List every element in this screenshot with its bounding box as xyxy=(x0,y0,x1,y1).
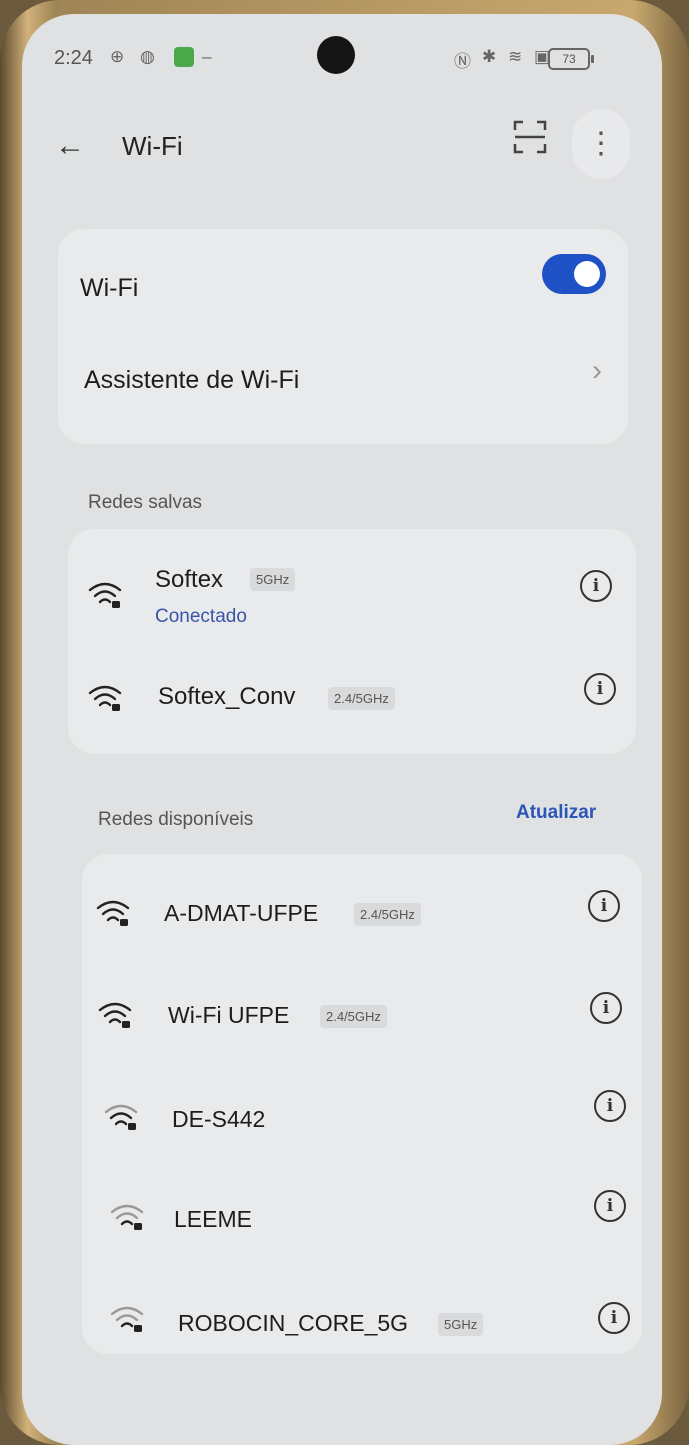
network-band-badge: 5GHz xyxy=(250,568,296,591)
screen: 2:24 ⊕ ◍ – Ⓝ ✱ ≋ ▣ 73 ← Wi-Fi ⋮ Wi-Fi As… xyxy=(22,14,662,1445)
toggle-knob xyxy=(574,261,600,287)
network-name: Softex xyxy=(155,566,224,593)
network-name: Wi-Fi UFPE xyxy=(168,1002,290,1028)
nav-back-button[interactable] xyxy=(498,1382,544,1428)
back-arrow-icon[interactable]: ← xyxy=(55,129,85,163)
network-name: ROBOCIN_CORE_5G xyxy=(178,1310,409,1336)
info-icon[interactable]: i xyxy=(590,992,622,1024)
status-bar: 2:24 ⊕ ◍ – Ⓝ ✱ ≋ ▣ 73 xyxy=(22,14,662,84)
notification-icon: ⊕ xyxy=(110,47,125,66)
refresh-button[interactable]: Atualizar xyxy=(516,802,596,824)
wifi-lock-icon xyxy=(88,685,122,711)
more-vertical-icon[interactable]: ⋮ xyxy=(572,109,630,179)
info-icon[interactable]: i xyxy=(580,570,612,602)
network-name: LEEME xyxy=(174,1206,252,1232)
network-name: Softex_Conv xyxy=(158,683,296,710)
network-band-badge: 2.4/5GHz xyxy=(328,687,395,710)
battery-icon: 73 xyxy=(548,48,594,70)
wifi-assistant-label: Assistente de Wi-Fi xyxy=(84,366,300,394)
wifi-lock-icon xyxy=(88,582,122,608)
info-icon[interactable]: i xyxy=(584,673,616,705)
notification-icon: – xyxy=(202,47,212,66)
available-networks-heading: Redes disponíveis xyxy=(98,809,254,830)
available-network-a-dmat-ufpe[interactable]: A-DMAT-UFPE 2.4/5GHz i xyxy=(92,876,628,946)
available-network-leeme[interactable]: LEEME i xyxy=(108,1178,634,1248)
chevron-right-icon: › xyxy=(592,354,602,387)
bluetooth-icon: ✱ xyxy=(482,47,497,66)
scan-icon[interactable] xyxy=(512,119,548,155)
app-notification-icon xyxy=(174,47,194,67)
available-network-wifi-ufpe[interactable]: Wi-Fi UFPE 2.4/5GHz i xyxy=(94,976,630,1046)
nav-recents-button[interactable] xyxy=(200,1382,246,1428)
network-status: Conectado xyxy=(155,606,247,627)
available-network-de-s442[interactable]: DE-S442 i xyxy=(94,1076,630,1146)
wifi-toggle-label: Wi-Fi xyxy=(80,274,139,302)
phone-frame: 2:24 ⊕ ◍ – Ⓝ ✱ ≋ ▣ 73 ← Wi-Fi ⋮ Wi-Fi As… xyxy=(0,0,689,1445)
wifi-toggle[interactable] xyxy=(542,254,606,294)
network-name: A-DMAT-UFPE xyxy=(164,900,319,926)
front-camera xyxy=(317,36,355,74)
network-band-badge: 2.4/5GHz xyxy=(354,903,421,926)
page-title: Wi-Fi xyxy=(122,131,183,161)
wifi-assistant-row[interactable]: Assistente de Wi-Fi xyxy=(58,344,628,424)
info-icon[interactable]: i xyxy=(598,1302,630,1334)
saved-network-softex-conv[interactable]: Softex_Conv 2.4/5GHz i xyxy=(80,659,620,729)
network-band-badge: 2.4/5GHz xyxy=(320,1005,387,1028)
wifi-lock-icon xyxy=(104,1104,138,1130)
available-network-robocin[interactable]: ROBOCIN_CORE_5G 5GHz i xyxy=(104,1280,634,1350)
nav-home-button[interactable] xyxy=(350,1382,396,1428)
wifi-lock-icon xyxy=(110,1306,144,1332)
info-icon[interactable]: i xyxy=(594,1190,626,1222)
status-time: 2:24 xyxy=(54,47,93,69)
info-icon[interactable]: i xyxy=(588,890,620,922)
network-band-badge: 5GHz xyxy=(438,1313,484,1336)
network-name: DE-S442 xyxy=(172,1106,266,1132)
info-icon[interactable]: i xyxy=(594,1090,626,1122)
wifi-lock-icon xyxy=(98,1002,132,1028)
wifi-lock-icon xyxy=(96,900,130,926)
wifi-status-icon: ≋ xyxy=(508,47,523,66)
saved-network-softex[interactable]: Softex 5GHz Conectado i xyxy=(80,554,620,634)
saved-networks-heading: Redes salvas xyxy=(88,492,203,513)
notification-icon: ◍ xyxy=(140,47,155,66)
wifi-lock-icon xyxy=(110,1204,144,1230)
nfc-icon: Ⓝ xyxy=(454,52,471,71)
